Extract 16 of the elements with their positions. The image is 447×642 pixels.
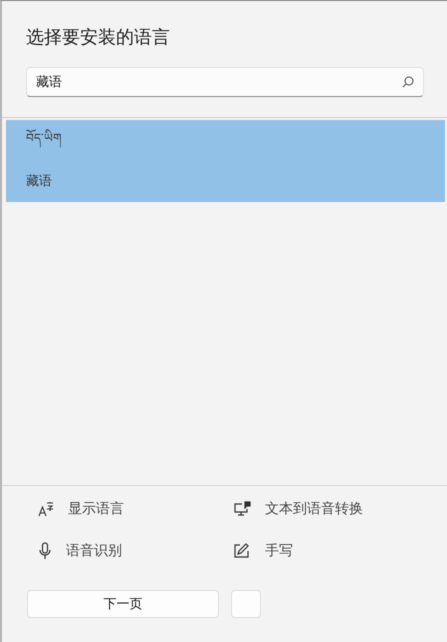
pen-icon	[233, 543, 251, 559]
search-icon	[402, 76, 414, 88]
feature-label: 手写	[265, 542, 293, 560]
feature-label: 显示语言	[68, 500, 124, 518]
monitor-speech-icon	[233, 501, 251, 517]
feature-label: 语音识别	[66, 542, 122, 560]
microphone-icon	[38, 542, 52, 560]
feature-label: 文本到语音转换	[265, 500, 363, 518]
next-button[interactable]: 下一页	[27, 590, 219, 618]
language-item[interactable]: བོད་ཡིག 藏语	[6, 120, 445, 202]
secondary-button[interactable]	[231, 590, 261, 618]
font-icon	[38, 501, 54, 517]
search-field[interactable]: 藏语	[26, 67, 424, 97]
language-name: 藏语	[26, 173, 53, 190]
dialog-title: 选择要安装的语言	[26, 26, 171, 49]
native-name: བོད་ཡིག	[26, 124, 425, 158]
